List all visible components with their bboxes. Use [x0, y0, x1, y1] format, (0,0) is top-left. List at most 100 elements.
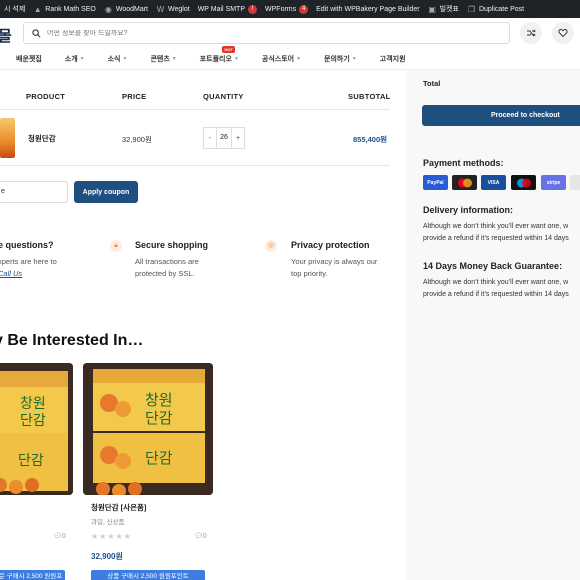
table-divider	[0, 109, 390, 110]
lock-icon: 🔒︎	[110, 240, 122, 252]
wpforms-count-badge: 4	[299, 4, 309, 14]
search-input[interactable]	[47, 29, 447, 37]
chevron-down-icon: ▼	[171, 55, 177, 62]
maestro-icon	[511, 175, 536, 190]
nav-label: 문의하기	[324, 55, 350, 63]
nav-item-3[interactable]: 소식 ▼	[108, 54, 128, 64]
cart-totals-panel	[406, 70, 580, 580]
privacy-text: Your privacy is always our top priority.	[291, 256, 377, 280]
product-thumbnail[interactable]	[0, 118, 15, 158]
nav-item-7[interactable]: 문의하기 ▼	[324, 54, 357, 64]
rank-math-icon: ▲	[33, 4, 42, 14]
comment-count: 💬︎0	[194, 533, 207, 540]
admin-wpbakery-label: Edit with WPBakery Page Builder	[316, 5, 420, 13]
shuffle-button[interactable]	[520, 22, 542, 44]
chevron-down-icon: ▼	[79, 55, 85, 62]
nav-item-2[interactable]: 소개 ▼	[65, 54, 85, 64]
add-to-cart-button[interactable]: 주문 구매시 2,500 원원포인트	[0, 570, 65, 580]
nav-label: 배운젯집	[16, 55, 42, 63]
nav-item-4[interactable]: 콘텐츠 ▼	[150, 54, 176, 64]
admin-edit-label: 시 석제	[4, 6, 26, 13]
admin-ticket-item[interactable]: ▣ 빌켓표	[424, 0, 463, 18]
paypal-icon: PayPal	[423, 175, 448, 190]
admin-wpbakery-item[interactable]: Edit with WPBakery Page Builder	[312, 0, 424, 18]
maestro-circles	[516, 178, 531, 187]
product-name-link[interactable]: 청원단감	[28, 133, 56, 144]
chevron-down-icon: ▼	[233, 55, 239, 62]
admin-woodmart-label: WoodMart	[115, 5, 149, 13]
add-to-cart-button[interactable]: 상품 구매시 2,500 원원포인트	[91, 570, 205, 580]
admin-woodmart-item[interactable]: ◉ WoodMart	[100, 0, 152, 18]
rating-stars: ★★★★★	[91, 532, 132, 541]
admin-rank-math-item[interactable]: ▲ Rank Math SEO	[29, 0, 100, 18]
mastercard-circles	[457, 178, 472, 187]
nav-item-5[interactable]: HOT 포트폴리오 ▼	[200, 45, 239, 64]
admin-ticket-label: 빌켓표	[439, 6, 459, 13]
product-card-price: 32,900원	[91, 552, 123, 561]
product-card-image[interactable]: 창원 단감 단감	[0, 363, 73, 495]
related-products-title: y Be Interested In…	[0, 332, 144, 349]
questions-text: xperts are here to Call Us	[0, 256, 57, 280]
svg-text:창원: 창원	[20, 396, 46, 412]
privacy-title: Privacy protection	[291, 240, 370, 250]
nav-item-1[interactable]: 배운젯집	[16, 54, 42, 64]
admin-weglot-item[interactable]: W Weglot	[152, 0, 194, 18]
proceed-to-checkout-button[interactable]: Proceed to checkout	[422, 105, 580, 126]
product-card-name[interactable]: 청원단감 [사은품]	[91, 502, 146, 513]
nav-label: 소개	[64, 55, 78, 63]
chevron-down-icon: ▼	[351, 55, 357, 62]
admin-edit-item[interactable]: 시 석제	[0, 0, 29, 18]
search-bar[interactable]	[23, 22, 510, 44]
table-divider	[0, 165, 390, 166]
nav-item-8[interactable]: 고객지원	[380, 54, 406, 64]
svg-text:단감: 단감	[18, 453, 44, 469]
product-card-category[interactable]: 과일, 신상품	[91, 516, 125, 526]
smtp-alert-badge: !	[248, 4, 258, 14]
visa-icon: VISA	[481, 175, 506, 190]
call-us-link[interactable]: Call Us	[0, 268, 57, 280]
site-header: 몰	[0, 18, 580, 48]
privacy-line-1: Your privacy is always our	[291, 257, 378, 266]
svg-text:단감: 단감	[20, 413, 46, 429]
coupon-code-input[interactable]: e	[0, 181, 68, 203]
admin-wpforms-label: WPForms	[265, 5, 297, 13]
ticket-icon: ▣	[428, 4, 436, 14]
nav-label: 소식	[107, 55, 121, 63]
col-price-header: PRICE	[122, 92, 147, 101]
total-label: Total	[423, 79, 441, 88]
secure-shopping-text: All transactions are protected by SSL.	[135, 256, 199, 280]
product-subtotal: 855,400원	[353, 135, 388, 144]
quantity-decrease-button[interactable]: -	[204, 135, 216, 142]
questions-line: xperts are here to	[0, 257, 57, 266]
site-logo[interactable]: 몰	[0, 25, 12, 46]
nav-label: 공식스토어	[261, 55, 295, 63]
secure-line-2: protected by SSL.	[135, 269, 195, 278]
admin-duplicate-post-label: Duplicate Post	[478, 5, 525, 13]
admin-wpforms-item[interactable]: WPForms 4	[261, 0, 312, 18]
privacy-line-2: top priority.	[291, 269, 328, 278]
admin-wp-mail-smtp-item[interactable]: WP Mail SMTP !	[194, 0, 261, 18]
delivery-info-line-2: provide a refund if it’s requested withi…	[423, 235, 569, 242]
wishlist-button[interactable]	[552, 22, 574, 44]
nav-label: 콘텐츠	[150, 55, 170, 63]
apply-coupon-button[interactable]: Apply coupon	[74, 181, 138, 203]
shuffle-icon	[527, 29, 536, 37]
admin-rank-math-label: Rank Math SEO	[45, 5, 96, 13]
svg-text:단감: 단감	[145, 449, 173, 467]
wp-admin-bar: 시 석제 ▲ Rank Math SEO ◉ WoodMart W Weglot…	[0, 0, 580, 18]
quantity-input[interactable]: 26	[216, 128, 232, 148]
payment-methods-title: Payment methods:	[423, 158, 504, 168]
mastercard-icon	[452, 175, 477, 190]
col-quantity-header: QUANTITY	[203, 92, 244, 101]
nav-item-6[interactable]: 공식스토어 ▼	[262, 54, 301, 64]
hot-badge: HOT	[222, 45, 235, 53]
heart-icon	[558, 29, 568, 38]
comment-count-value: 0	[202, 533, 207, 540]
quantity-increase-button[interactable]: +	[232, 135, 244, 142]
product-card-image[interactable]: 창원 단감 단감	[83, 363, 213, 495]
guarantee-line-2: provide a refund if it’s requested withi…	[423, 291, 569, 298]
comment-count: 💬︎0	[53, 533, 66, 540]
delivery-info-line-1: Although we don’t think you’ll ever want…	[423, 223, 569, 230]
admin-duplicate-post-item[interactable]: ❐ Duplicate Post	[463, 0, 528, 18]
secure-shopping-title: Secure shopping	[135, 240, 209, 250]
